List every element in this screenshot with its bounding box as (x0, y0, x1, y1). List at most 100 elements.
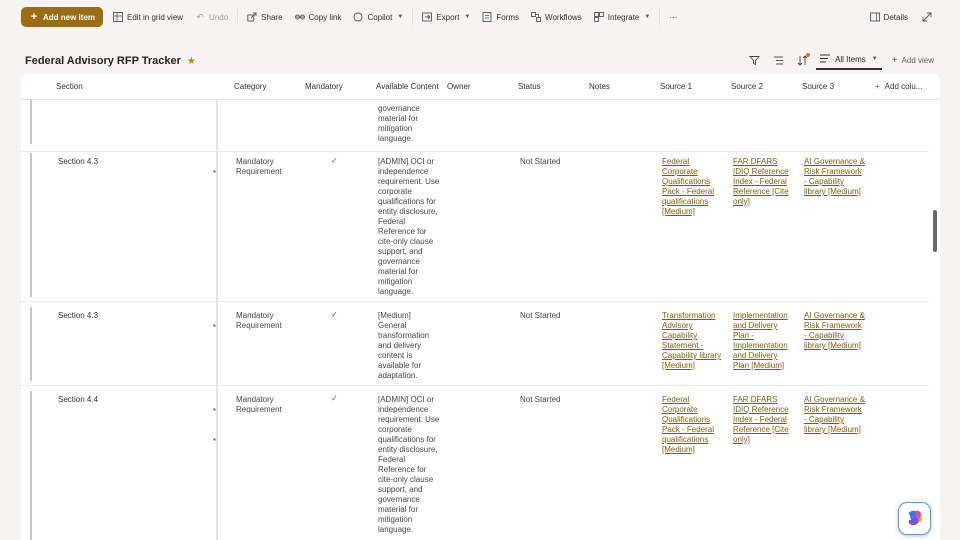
add-column-label: Add colu... (884, 82, 923, 91)
edit-grid-view-button[interactable]: Edit in grid view (107, 7, 190, 27)
workflows-label: Workflows (545, 12, 582, 22)
section-cell[interactable]: Section 4.4 (58, 395, 98, 405)
status-cell[interactable]: Not Started (520, 395, 560, 405)
checkmark-icon: ✓ (331, 156, 338, 165)
integrate-label: Integrate (607, 12, 640, 22)
available-content-cell[interactable]: [ADMIN] OCI or independence requirement.… (378, 395, 440, 535)
add-view-label: Add view (901, 55, 934, 65)
undo-button[interactable]: ↶ Undo (189, 7, 235, 27)
copilot-label: Copilot (367, 12, 393, 22)
available-content-cell[interactable]: [Medium] General transformation and deli… (378, 311, 440, 381)
column-header-status[interactable]: Status (518, 82, 541, 91)
column-header-notes[interactable]: Notes (589, 82, 610, 91)
add-view-button[interactable]: + Add view (892, 55, 934, 66)
edit-grid-view-label: Edit in grid view (127, 12, 184, 22)
copy-link-button[interactable]: Copy link (288, 7, 348, 27)
list-view-icon (820, 54, 831, 65)
source-1-link[interactable]: Transformation Advisory Capability State… (662, 311, 724, 371)
vertical-scrollbar[interactable] (933, 210, 937, 252)
workflows-button[interactable]: Workflows (525, 7, 588, 27)
add-column-button[interactable]: + Add colu... (875, 82, 922, 91)
source-2-link[interactable]: Implementation and Delivery Plan - Imple… (733, 311, 795, 371)
row-divider (21, 151, 929, 152)
checkmark-icon: ✓ (331, 310, 338, 319)
available-content-cell[interactable]: [ADMIN] OCI or independence requirement.… (378, 157, 440, 297)
expand-icon (922, 12, 932, 22)
column-header-source-2[interactable]: Source 2 (731, 82, 763, 91)
expand-button[interactable] (916, 7, 942, 27)
column-header-available-content[interactable]: Available Content (376, 82, 439, 91)
row-selection-bar (30, 153, 32, 297)
row-divider (21, 385, 929, 386)
row-selection-bar (30, 100, 32, 144)
share-label: Share (261, 12, 283, 22)
grid-edit-icon (113, 12, 123, 22)
frozen-column-divider (216, 74, 218, 540)
toolbar-divider (412, 9, 414, 25)
details-label: Details (883, 12, 908, 22)
favorite-star-icon[interactable]: ★ (187, 56, 196, 67)
column-header-source-1[interactable]: Source 1 (660, 82, 692, 91)
plus-icon: + (891, 54, 898, 66)
checkmark-icon: ✓ (331, 394, 338, 403)
plus-icon: + (875, 82, 880, 91)
integrate-dropdown[interactable]: Integrate ▼ (587, 7, 657, 27)
source-3-link[interactable]: AI Governance & Risk Framework - Capabil… (804, 311, 866, 351)
chevron-down-icon: ▼ (644, 14, 651, 20)
copilot-dropdown[interactable]: Copilot ▼ (347, 7, 410, 27)
sort-active-indicator (806, 53, 811, 57)
copilot-button[interactable] (898, 502, 931, 535)
column-header-owner[interactable]: Owner (447, 82, 471, 91)
sort-icon[interactable] (794, 52, 811, 68)
section-cell[interactable]: Section 4.3 (58, 157, 98, 167)
group-by-icon[interactable] (770, 52, 786, 68)
link-icon (294, 12, 305, 22)
view-selector-label: All Items (835, 54, 866, 64)
forms-button[interactable]: Forms (476, 7, 526, 27)
source-3-link[interactable]: AI Governance & Risk Framework - Capabil… (804, 395, 866, 435)
more-options-button[interactable]: ··· (663, 7, 684, 27)
source-2-link[interactable]: FAR DFARS IDIQ Reference Index - Federal… (733, 395, 795, 445)
export-icon (422, 12, 433, 22)
row-selection-bar (30, 391, 32, 540)
status-cell[interactable]: Not Started (520, 311, 560, 321)
source-3-link[interactable]: AI Governance & Risk Framework - Capabil… (804, 157, 866, 197)
category-cell[interactable]: Mandatory Requirement (236, 311, 296, 331)
row-selection-bar (30, 307, 32, 381)
status-cell[interactable]: Not Started (520, 157, 560, 167)
available-content-cell[interactable]: governance material for mitigation langu… (378, 96, 440, 144)
column-header-source-3[interactable]: Source 3 (802, 82, 834, 91)
row-divider (21, 301, 929, 302)
available-content-text: governance material for mitigation langu… (378, 104, 420, 143)
column-header-category[interactable]: Category (234, 82, 266, 91)
share-button[interactable]: Share (241, 7, 289, 27)
column-header-mandatory[interactable]: Mandatory (305, 82, 343, 91)
category-cell[interactable]: Mandatory Requirement (236, 395, 296, 415)
command-bar: + Add new item Edit in grid view ↶ Undo … (0, 0, 960, 34)
category-cell[interactable]: Mandatory Requirement (236, 157, 296, 177)
copilot-logo-icon (905, 508, 925, 530)
source-2-link[interactable]: FAR DFARS IDIQ Reference Index - Federal… (733, 157, 795, 207)
forms-icon (482, 12, 492, 22)
list-grid: Section Category Mandatory Available Con… (21, 74, 940, 540)
source-1-link[interactable]: Federal Corporate Qualifications Pack - … (662, 395, 724, 455)
section-cell[interactable]: Section 4.3 (58, 311, 98, 321)
copilot-icon (353, 12, 363, 22)
grid-header: Section Category Mandatory Available Con… (21, 74, 940, 100)
undo-label: Undo (209, 12, 229, 22)
export-label: Export (436, 12, 460, 22)
details-pane-icon (869, 12, 880, 22)
filter-icon[interactable] (746, 52, 762, 68)
chevron-down-icon: ▼ (464, 14, 471, 20)
add-new-item-button[interactable]: + Add new item (21, 7, 104, 27)
plus-icon: + (30, 11, 38, 23)
details-button[interactable]: Details (863, 7, 914, 27)
workflows-icon (531, 12, 541, 22)
column-header-section[interactable]: Section (56, 82, 83, 91)
toolbar-divider (237, 9, 239, 25)
export-dropdown[interactable]: Export ▼ (416, 7, 477, 27)
undo-icon: ↶ (196, 11, 204, 22)
view-controls: All Items ▼ + Add view (742, 50, 934, 70)
source-1-link[interactable]: Federal Corporate Qualifications Pack - … (662, 157, 724, 217)
view-selector[interactable]: All Items ▼ (816, 50, 882, 70)
